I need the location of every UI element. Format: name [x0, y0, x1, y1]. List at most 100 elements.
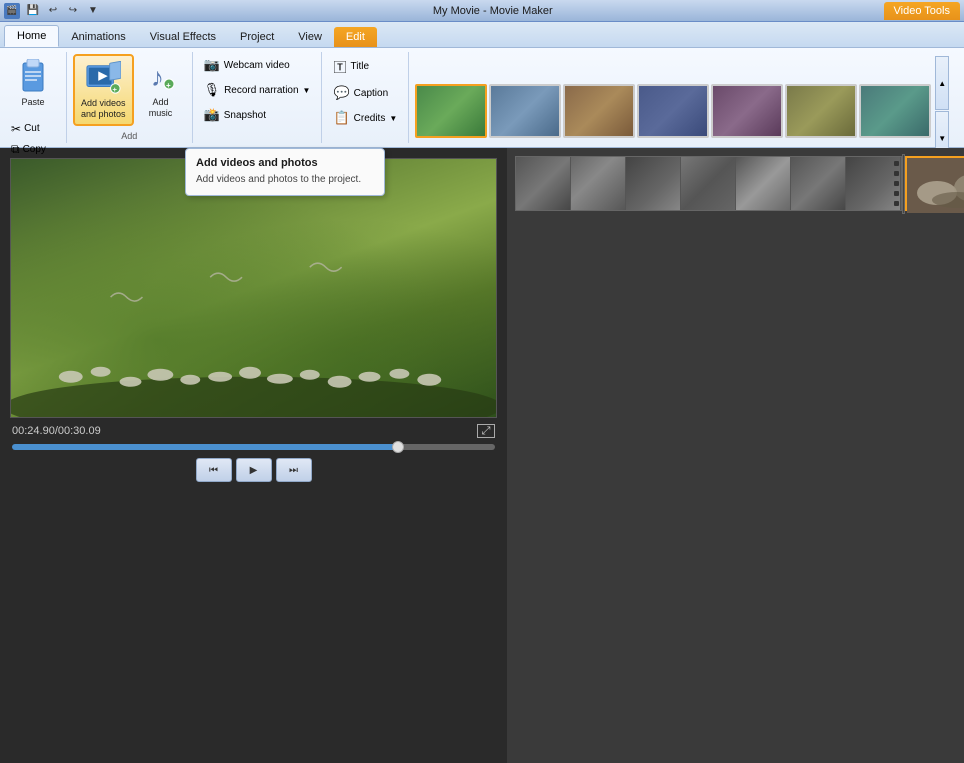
playback-controls: ⏮ ▶ ⏭ [10, 456, 497, 484]
title-bar-icons: 🎬 [4, 3, 20, 19]
tab-home[interactable]: Home [4, 25, 59, 47]
add-videos-label: Add videosand photos [81, 98, 126, 120]
seek-handle[interactable] [392, 441, 404, 453]
timeline-strip [515, 156, 964, 211]
undo-btn[interactable]: ↩ [44, 2, 62, 20]
redo-btn[interactable]: ↪ [64, 2, 82, 20]
theme-thumbnail-1[interactable] [415, 84, 487, 138]
clipboard-group: Paste ✂ Cut ⧉ Copy Clipboard [0, 52, 67, 143]
svg-text:+: + [166, 81, 171, 90]
ribbon-tabs: Home Animations Visual Effects Project V… [0, 22, 964, 48]
copy-button[interactable]: ⧉ Copy [6, 140, 51, 159]
tooltip-body: Add videos and photos to the project. [196, 173, 374, 187]
play-button[interactable]: ▶ [236, 458, 272, 482]
tab-view[interactable]: View [286, 27, 334, 47]
strip-segment-7[interactable] [846, 157, 901, 211]
main-area: 00:24.90/00:30.09 ⤢ ⏮ ▶ ⏭ [0, 148, 964, 763]
themes-scroll-up[interactable]: ▲ [935, 56, 949, 110]
narration-buttons: 📷 Webcam video 🎙 Record narration ▼ 📸 Sn… [199, 54, 316, 126]
webcam-label: Webcam video [224, 60, 290, 71]
scissors-icon: ✂ [11, 122, 21, 136]
video-preview-panel: 00:24.90/00:30.09 ⤢ ⏮ ▶ ⏭ [0, 148, 507, 763]
video-canvas[interactable] [10, 158, 497, 418]
add-videos-icon: + [85, 60, 121, 96]
save-btn[interactable]: 💾 [24, 2, 42, 20]
selected-segment-svg [907, 158, 964, 213]
playback-time: 00:24.90/00:30.09 [12, 425, 101, 437]
tab-visual-effects[interactable]: Visual Effects [138, 27, 228, 47]
credits-button[interactable]: 📋 Credits ▼ [328, 107, 402, 129]
narration-group: 📷 Webcam video 🎙 Record narration ▼ 📸 Sn… [193, 52, 323, 143]
right-panel [507, 148, 964, 763]
tab-edit[interactable]: Edit [334, 27, 377, 47]
cut-copy-group: ✂ Cut ⧉ Copy [6, 114, 51, 159]
strip-segment-6[interactable] [791, 157, 846, 211]
record-narration-label: Record narration [224, 85, 298, 96]
film-strip[interactable] [515, 156, 902, 211]
app-icon: 🎬 [4, 3, 20, 19]
svg-text:♪: ♪ [151, 62, 164, 92]
title-button[interactable]: 🅃 Title [328, 54, 402, 79]
theme-thumbnail-4[interactable] [637, 84, 709, 138]
narration-content: 📷 Webcam video 🎙 Record narration ▼ 📸 Sn… [199, 54, 316, 139]
add-music-button[interactable]: ♪ + Addmusic [136, 54, 186, 124]
ribbon: Paste ✂ Cut ⧉ Copy Clipboard [0, 48, 964, 148]
expand-icon[interactable]: ⤢ [477, 424, 495, 438]
paste-label: Paste [21, 97, 44, 108]
add-videos-button[interactable]: + Add videosand photos [73, 54, 134, 126]
video-frame [11, 159, 496, 417]
theme-thumbnail-5[interactable] [711, 84, 783, 138]
clipboard-content: Paste ✂ Cut ⧉ Copy [6, 54, 60, 159]
snapshot-button[interactable]: 📸 Snapshot [199, 104, 316, 126]
paste-icon [15, 59, 51, 95]
caption-content: 🅃 Title 💬 Caption 📋 Credits ▼ [328, 54, 402, 139]
title-bar: 🎬 💾 ↩ ↪ ▼ My Movie - Movie Maker Video T… [0, 0, 964, 22]
tooltip-title: Add videos and photos [196, 157, 374, 169]
strip-segment-2[interactable] [571, 157, 626, 211]
prev-icon: ⏮ [209, 465, 218, 476]
themes-group: ▲ ▼ AutoMovie themes [409, 52, 964, 143]
title-icon: 🅃 [333, 57, 346, 76]
webcam-video-button[interactable]: 📷 Webcam video [199, 54, 316, 76]
tooltip: Add videos and photos Add videos and pho… [185, 148, 385, 196]
strip-segment-4[interactable] [681, 157, 736, 211]
narration-dropdown-arrow: ▼ [303, 86, 311, 95]
text-buttons: 🅃 Title 💬 Caption 📋 Credits ▼ [328, 54, 402, 129]
caption-icon: 💬 [333, 85, 349, 101]
tab-project[interactable]: Project [228, 27, 286, 47]
snapshot-label: Snapshot [224, 110, 266, 121]
theme-thumbnail-7[interactable] [859, 84, 931, 138]
quick-access-toolbar: 💾 ↩ ↪ ▼ [24, 2, 102, 20]
window-title: My Movie - Movie Maker [106, 5, 880, 17]
selected-strip-segment[interactable] [905, 156, 964, 211]
strip-segment-1[interactable] [516, 157, 571, 211]
strip-segment-3[interactable] [626, 157, 681, 211]
paste-button[interactable]: Paste [6, 54, 60, 113]
add-label: Add [121, 129, 137, 141]
theme-thumbnail-2[interactable] [489, 84, 561, 138]
theme-thumbnail-3[interactable] [563, 84, 635, 138]
play-icon: ▶ [250, 465, 258, 476]
add-music-label: Addmusic [149, 97, 173, 119]
caption-button[interactable]: 💬 Caption [328, 82, 402, 104]
prev-frame-button[interactable]: ⏮ [196, 458, 232, 482]
cut-label: Cut [24, 123, 40, 134]
caption-label: Caption [354, 88, 388, 99]
copy-icon: ⧉ [11, 142, 20, 157]
video-tools-tab[interactable]: Video Tools [884, 2, 960, 20]
add-group: + Add videosand photos ♪ + Addmusic Add [67, 52, 193, 143]
record-narration-button[interactable]: 🎙 Record narration ▼ [199, 79, 316, 101]
theme-thumbnail-6[interactable] [785, 84, 857, 138]
next-frame-button[interactable]: ⏭ [276, 458, 312, 482]
tab-animations[interactable]: Animations [59, 27, 137, 47]
strip-segment-5[interactable] [736, 157, 791, 211]
seek-bar[interactable] [12, 444, 495, 450]
caption-group: 🅃 Title 💬 Caption 📋 Credits ▼ [322, 52, 409, 143]
time-display: 00:24.90/00:30.09 ⤢ [10, 424, 497, 438]
mic-icon: 🎙 [204, 82, 221, 98]
dropdown-btn[interactable]: ▼ [84, 2, 102, 20]
cut-button[interactable]: ✂ Cut [6, 120, 51, 138]
svg-text:+: + [113, 85, 118, 94]
film-dots-right [894, 159, 899, 208]
credits-dropdown-arrow: ▼ [389, 114, 397, 123]
